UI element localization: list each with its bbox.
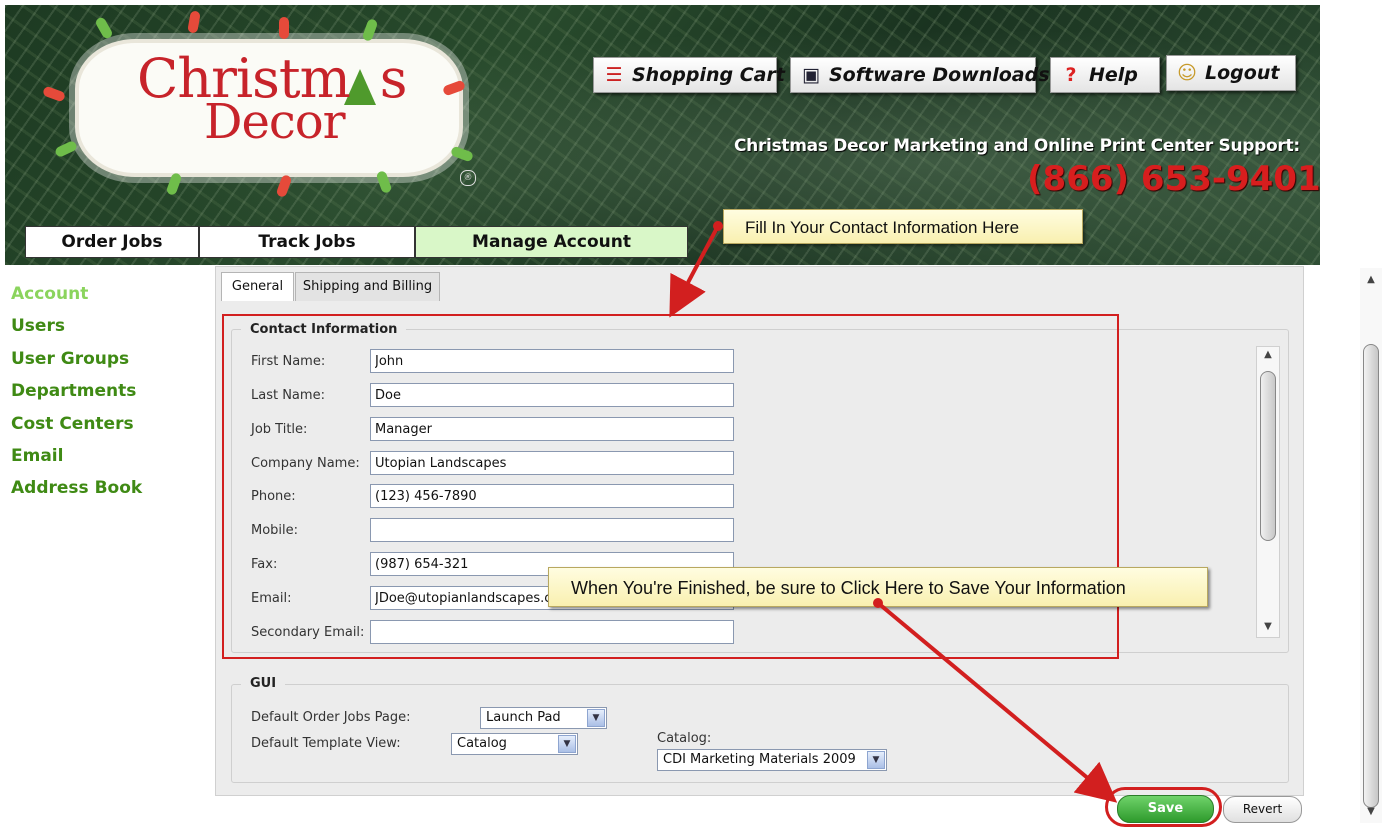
first-name-input[interactable] <box>370 349 734 373</box>
mobile-input[interactable] <box>370 518 734 542</box>
last-name-label: Last Name: <box>251 388 325 403</box>
sidebar-item-cost-centers[interactable]: Cost Centers <box>11 414 134 434</box>
bulb-icon <box>165 171 183 197</box>
scrollbar-thumb[interactable] <box>1260 371 1276 541</box>
support-phone: (866) 653-9401 <box>1027 159 1320 199</box>
tab-shipping-and-billing[interactable]: Shipping and Billing <box>295 272 440 301</box>
default-template-view-value: Catalog <box>457 736 507 751</box>
catalog-value: CDI Marketing Materials 2009 <box>663 752 856 767</box>
mobile-label: Mobile: <box>251 523 299 538</box>
company-name-input[interactable] <box>370 451 734 475</box>
scroll-up-icon[interactable]: ▲ <box>1257 347 1279 363</box>
bulb-icon <box>441 79 467 97</box>
cart-icon: ☰ <box>605 64 623 86</box>
user-logout-icon: ☺ <box>1177 62 1197 84</box>
sidebar-item-email[interactable]: Email <box>11 446 63 466</box>
software-downloads-label: Software Downloads <box>829 64 1050 86</box>
christmas-decor-logo[interactable]: Christm s Decor <box>41 10 475 199</box>
revert-button[interactable]: Revert <box>1223 796 1302 823</box>
first-name-label: First Name: <box>251 354 326 369</box>
logo-line2: Decor <box>204 94 346 150</box>
scrollbar-thumb[interactable] <box>1363 344 1379 808</box>
logout-label: Logout <box>1205 62 1280 84</box>
save-callout: When You're Finished, be sure to Click H… <box>548 567 1208 607</box>
sidebar-item-departments[interactable]: Departments <box>11 381 136 401</box>
catalog-select[interactable]: CDI Marketing Materials 2009 ▼ <box>657 749 887 771</box>
fill-in-callout: Fill In Your Contact Information Here <box>723 209 1083 244</box>
sidebar-item-address-book[interactable]: Address Book <box>11 478 142 498</box>
chevron-down-icon: ▼ <box>867 751 885 769</box>
fax-label: Fax: <box>251 557 278 572</box>
phone-label: Phone: <box>251 489 296 504</box>
logo-line1-tail: s <box>379 47 408 110</box>
page-scrollbar[interactable]: ▲ ▼ <box>1360 268 1382 823</box>
default-template-view-label: Default Template View: <box>251 736 401 751</box>
company-name-label: Company Name: <box>251 456 360 471</box>
job-title-label: Job Title: <box>251 422 308 437</box>
default-order-jobs-value: Launch Pad <box>486 710 561 725</box>
gui-legend: GUI <box>241 676 286 691</box>
scroll-down-icon[interactable]: ▼ <box>1257 619 1279 635</box>
sidebar-item-user-groups[interactable]: User Groups <box>11 349 129 369</box>
shopping-cart-button[interactable]: ☰ Shopping Cart <box>593 57 785 93</box>
contact-information-legend: Contact Information <box>241 322 407 337</box>
sidebar-item-users[interactable]: Users <box>11 316 65 336</box>
email-label: Email: <box>251 591 292 606</box>
bulb-icon <box>94 15 114 41</box>
bulb-icon <box>279 17 289 39</box>
bulb-icon <box>449 145 475 163</box>
bulb-icon <box>361 17 379 43</box>
default-order-jobs-label: Default Order Jobs Page: <box>251 710 411 725</box>
shopping-cart-label: Shopping Cart <box>632 64 785 86</box>
phone-input[interactable] <box>370 484 734 508</box>
nav-tab-manage-account[interactable]: Manage Account <box>415 226 688 258</box>
bulb-icon <box>53 139 79 159</box>
floppy-disk-icon: ▣ <box>802 64 820 86</box>
contact-scrollbar[interactable]: ▲ ▼ <box>1256 346 1280 638</box>
last-name-input[interactable] <box>370 383 734 407</box>
secondary-email-label: Secondary Email: <box>251 625 365 640</box>
scroll-down-icon[interactable]: ▼ <box>1360 804 1382 820</box>
save-button[interactable]: Save <box>1117 795 1214 823</box>
nav-tab-order-jobs[interactable]: Order Jobs <box>25 226 199 258</box>
sidebar-item-account[interactable]: Account <box>11 284 88 304</box>
support-text: Christmas Decor Marketing and Online Pri… <box>734 136 1300 156</box>
default-template-view-select[interactable]: Catalog ▼ <box>451 733 578 755</box>
bulb-icon <box>187 10 201 34</box>
default-order-jobs-select[interactable]: Launch Pad ▼ <box>480 707 607 729</box>
secondary-email-input[interactable] <box>370 620 734 644</box>
help-label: Help <box>1089 64 1138 86</box>
logout-button[interactable]: ☺ Logout <box>1166 55 1296 91</box>
chevron-down-icon: ▼ <box>587 709 605 727</box>
software-downloads-button[interactable]: ▣ Software Downloads <box>790 57 1050 93</box>
chevron-down-icon: ▼ <box>558 735 576 753</box>
registered-mark: ® <box>460 170 476 186</box>
bulb-icon <box>41 85 67 103</box>
bulb-icon <box>275 173 293 199</box>
nav-tab-track-jobs[interactable]: Track Jobs <box>199 226 415 258</box>
help-button[interactable]: ? Help <box>1050 57 1160 93</box>
bulb-icon <box>375 169 393 195</box>
tab-general[interactable]: General <box>221 272 294 301</box>
scroll-up-icon[interactable]: ▲ <box>1360 272 1382 288</box>
catalog-label: Catalog: <box>657 731 712 746</box>
job-title-input[interactable] <box>370 417 734 441</box>
question-mark-icon: ? <box>1065 64 1077 86</box>
header-banner: Christm s Decor ® ☰ Shopping Cart ▣ Softwar… <box>5 5 1320 265</box>
